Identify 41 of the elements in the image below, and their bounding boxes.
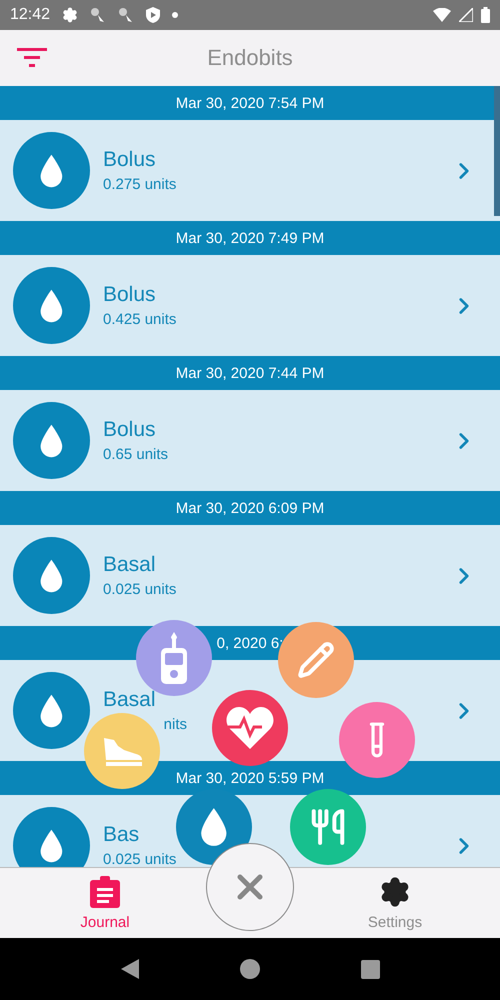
entry-title: Bolus — [103, 148, 156, 172]
entry-title: Bolus — [103, 283, 156, 307]
back-icon — [120, 959, 138, 979]
pencil-icon — [297, 641, 335, 679]
filter-icon — [17, 48, 47, 68]
entry-amount: nits — [162, 716, 187, 733]
entry-amount: 0.425 units — [103, 311, 176, 328]
utensils-icon — [309, 808, 347, 846]
clipboard-icon — [90, 876, 120, 908]
entry-amount: 0.65 units — [103, 446, 168, 463]
gear-icon — [62, 7, 78, 23]
shield-icon — [146, 7, 160, 23]
app-title: Endobits — [207, 45, 293, 71]
recents-icon — [360, 960, 380, 978]
wifi-icon — [433, 8, 451, 22]
glucometer-icon — [159, 630, 189, 686]
status-time: 12:42 — [10, 6, 50, 24]
home-icon — [240, 959, 260, 979]
journal-entry[interactable]: Bolus 0.65 units — [0, 390, 500, 491]
date-text: Mar 30, 2020 6:09 PM — [176, 500, 324, 516]
entry-title: Basal — [103, 553, 156, 577]
entry-amount: 0.025 units — [103, 581, 176, 598]
journal-entry[interactable]: Basal 0.025 units — [0, 525, 500, 626]
entry-title: Bas — [103, 823, 140, 847]
date-text: Mar 30, 2020 7:49 PM — [176, 230, 324, 246]
entry-amount: 0.275 units — [103, 176, 176, 193]
entry-title: Bolus — [103, 418, 156, 442]
date-text: Mar 30, 2020 7:54 PM — [176, 94, 324, 112]
nav-tab[interactable]: Journal — [50, 868, 160, 938]
dot-icon — [172, 12, 178, 18]
heart-pulse-icon — [225, 705, 275, 751]
entry-title: Basal — [103, 688, 156, 712]
date-text: Mar 30, 2020 5:59 PM — [176, 770, 324, 786]
date-text: Mar 30, 2020 7:44 PM — [176, 364, 324, 382]
journal-entry[interactable]: Bolus 0.425 units — [0, 255, 500, 356]
nav-tab[interactable]: Settings — [340, 868, 450, 938]
settings-icon — [379, 876, 411, 908]
battery-icon — [481, 7, 490, 23]
journal-entry[interactable]: Bolus 0.275 units — [0, 120, 500, 221]
signal-icon — [459, 8, 473, 22]
entry-amount: 0.025 units — [103, 851, 176, 867]
